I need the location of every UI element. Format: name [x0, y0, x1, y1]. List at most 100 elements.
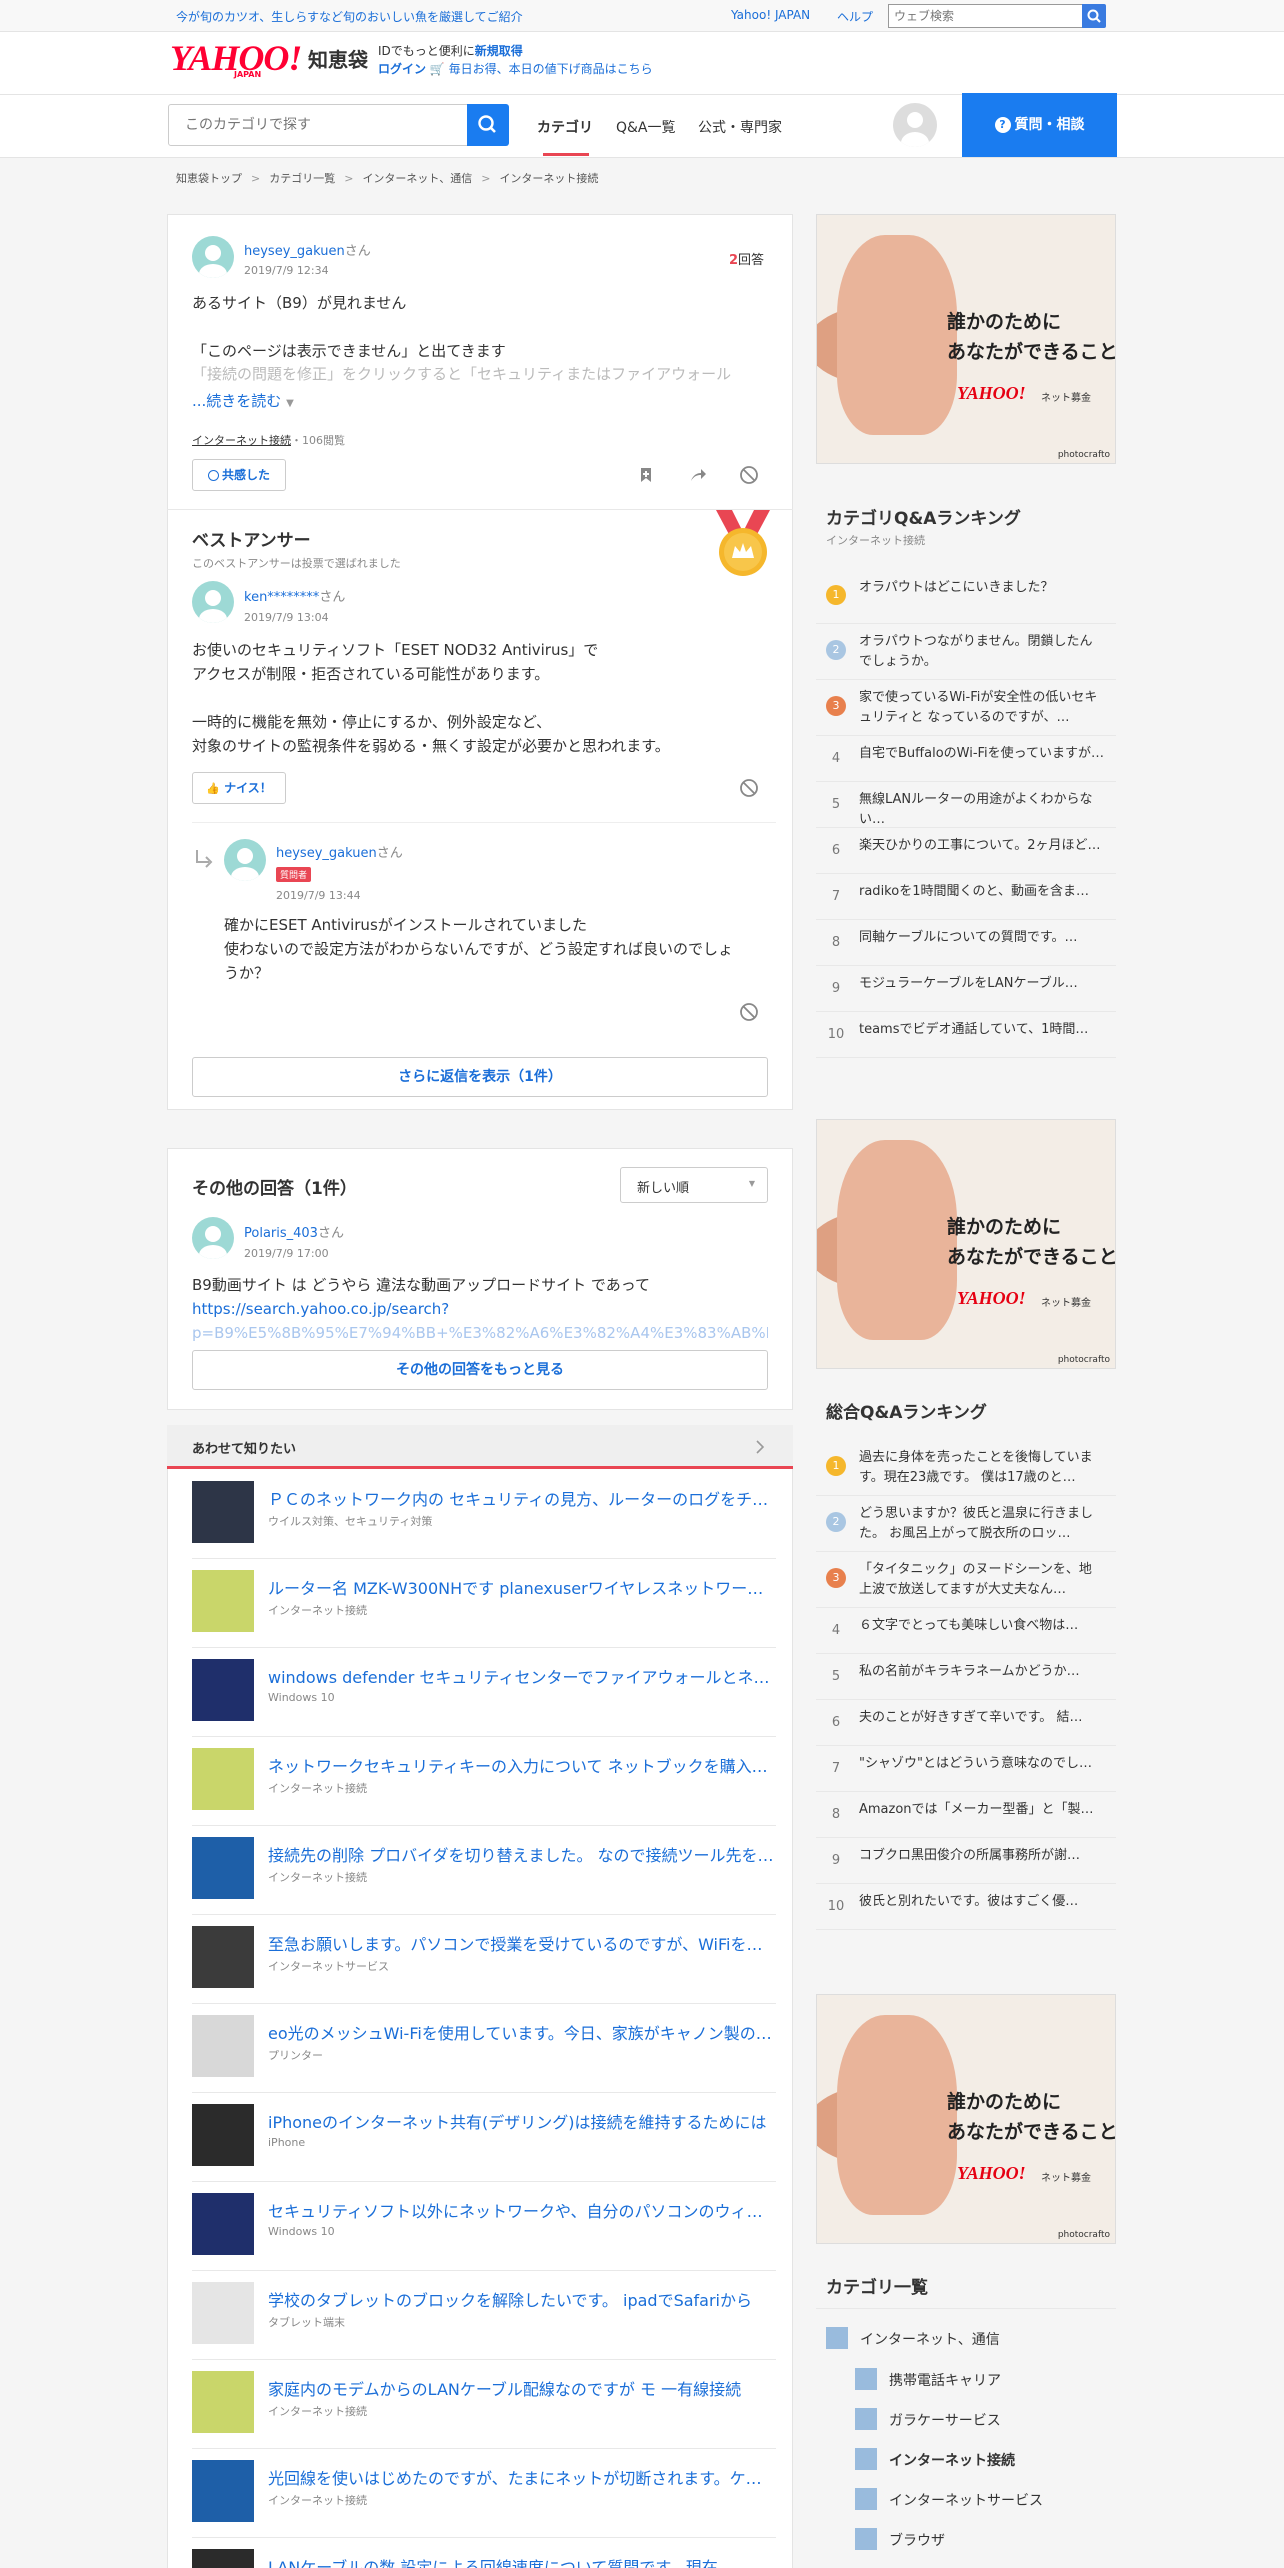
bookmark-icon[interactable]: [636, 465, 656, 485]
block-icon[interactable]: [739, 1002, 759, 1022]
ranking-item-text[interactable]: ６文字でとっても美味しい食べ物は…: [859, 1616, 1104, 1636]
other-answer-username[interactable]: Polaris_403さん: [244, 1222, 344, 1241]
tab-qa-list[interactable]: Q&A一覧: [616, 117, 676, 137]
related-item-title[interactable]: 家庭内のモデムからのLANケーブル配線なのですが モ 一有線接続: [268, 2376, 776, 2400]
related-item[interactable]: 至急お願いします。パソコンで授業を受けているのですが、WiFiを接続 インターネッ…: [192, 1915, 776, 2004]
ranking-item-text[interactable]: teamsでビデオ通話していて、1時間…: [859, 1020, 1104, 1040]
ad-banner-2[interactable]: 誰かのために あなたができること YAHOO! ネット募金 photocraft…: [816, 1119, 1116, 1369]
promo-link[interactable]: 今が旬のカツオ、生しらすなど旬のおいしい魚を厳選してご紹介: [176, 8, 523, 25]
related-header[interactable]: あわせて知りたい: [167, 1425, 793, 1469]
share-icon[interactable]: [688, 465, 708, 485]
ranking-item-text[interactable]: 家で使っているWi-Fiが安全性の低いセキュリティと なっているのですが、…: [859, 688, 1104, 728]
ranking-item[interactable]: 7 radikoを1時間聞くのと、動画を含ま…: [816, 874, 1116, 920]
ranking-item[interactable]: 1 オラパウトはどこにいきました？: [816, 570, 1116, 624]
web-search-button[interactable]: [1082, 4, 1106, 28]
ranking-item-text[interactable]: 自宅でBuffaloのWi-Fiを使っていますが…: [859, 744, 1104, 764]
signup-link[interactable]: 新規取得: [475, 44, 523, 58]
yahoo-japan-link[interactable]: Yahoo! JAPAN: [731, 8, 810, 22]
question-username[interactable]: heysey_gakuenさん: [244, 240, 371, 259]
answer-count[interactable]: 2回答: [729, 249, 764, 268]
ranking-item[interactable]: 5 私の名前がキラキラネームかどうか…: [816, 1654, 1116, 1700]
reply-username[interactable]: heysey_gakuenさん: [276, 842, 403, 861]
block-icon[interactable]: [739, 778, 759, 798]
ranking-item[interactable]: 2 オラパウトつながりません。閉鎖したんでしょうか。: [816, 624, 1116, 680]
ranking-item-text[interactable]: モジュラーケーブルをLANケーブル…: [859, 974, 1104, 994]
ranking-item[interactable]: 9 モジュラーケーブルをLANケーブル…: [816, 966, 1116, 1012]
related-item-title[interactable]: iPhoneのインターネット共有(デザリング)は接続を維持するためには: [268, 2109, 776, 2133]
ranking-item[interactable]: 1 過去に身体を売ったことを後悔しています。現在23歳です。 僕は17歳のと…: [816, 1440, 1116, 1496]
related-item-title[interactable]: 学校のタブレットのブロックを解除したいです。 ipadでSafariから: [268, 2287, 776, 2311]
related-item-title[interactable]: eo光のメッシュWi-Fiを使用しています。今日、家族がキャノン製のプリンター: [268, 2020, 776, 2044]
ranking-item[interactable]: 4 ６文字でとっても美味しい食べ物は…: [816, 1608, 1116, 1654]
ranking-item-text[interactable]: 「タイタニック」のヌードシーンを、地上波で放送してますが大丈夫なん…: [859, 1560, 1104, 1600]
related-item[interactable]: windows defender セキュリティセンターでファイアウォールとネット…: [192, 1648, 776, 1737]
login-link[interactable]: ログイン: [378, 62, 426, 76]
breadcrumb-internet[interactable]: インターネット、通信: [362, 172, 472, 185]
related-item-title[interactable]: ルーター名 MZK-W300NHです planexuserワイヤレスネットワーク…: [268, 1575, 776, 1599]
ranking-item-text[interactable]: 同軸ケーブルについての質問です。…: [859, 928, 1104, 948]
ranking-item-text[interactable]: radikoを1時間聞くのと、動画を含ま…: [859, 882, 1104, 902]
ranking-item[interactable]: 6 楽天ひかりの工事について。2ヶ月ほど…: [816, 828, 1116, 874]
show-more-replies-button[interactable]: さらに返信を表示（1件）: [192, 1057, 768, 1097]
ranking-item[interactable]: 4 自宅でBuffaloのWi-Fiを使っていますが…: [816, 736, 1116, 782]
nice-button[interactable]: 👍 ナイス！: [192, 772, 286, 804]
ranking-item-text[interactable]: コブクロ黒田俊介の所属事務所が謝…: [859, 1846, 1104, 1866]
related-item-title[interactable]: 接続先の削除 プロバイダを切り替えました。 なので接続ツール先を削除: [268, 1842, 776, 1866]
ranking-item-text[interactable]: どう思いますか？彼氏と温泉に行きました。 お風呂上がって脱衣所のロッ…: [859, 1504, 1104, 1544]
breadcrumb-category-list[interactable]: カテゴリ一覧: [269, 172, 335, 185]
category-list-item[interactable]: インターネット、通信: [860, 2329, 1000, 2349]
related-item-title[interactable]: 至急お願いします。パソコンで授業を受けているのですが、WiFiを接続: [268, 1931, 776, 1955]
question-category-link[interactable]: インターネット接続: [192, 434, 291, 447]
help-link[interactable]: ヘルプ: [837, 8, 873, 25]
ranking-item[interactable]: 3 「タイタニック」のヌードシーンを、地上波で放送してますが大丈夫なん…: [816, 1552, 1116, 1608]
ranking-item[interactable]: 9 コブクロ黒田俊介の所属事務所が謝…: [816, 1838, 1116, 1884]
ranking-item-text[interactable]: 無線LANルーターの用途がよくわからない…: [859, 790, 1104, 830]
related-item-title[interactable]: windows defender セキュリティセンターでファイアウォールとネット…: [268, 1664, 776, 1688]
related-item[interactable]: iPhoneのインターネット共有(デザリング)は接続を維持するためには iPhon…: [192, 2093, 776, 2182]
best-answer-username[interactable]: ken********さん: [244, 586, 345, 605]
related-item[interactable]: eo光のメッシュWi-Fiを使用しています。今日、家族がキャノン製のプリンタープ…: [192, 2004, 776, 2093]
read-more-link[interactable]: ...続きを読む ▼: [192, 390, 294, 411]
block-icon[interactable]: [739, 465, 759, 485]
ranking-item-text[interactable]: Amazonでは「メーカー型番」と「製…: [859, 1800, 1104, 1820]
ranking-item[interactable]: 8 同軸ケーブルについての質問です。…: [816, 920, 1116, 966]
related-item[interactable]: ルーター名 MZK-W300NHです planexuserワイヤレスネットワーク…: [192, 1559, 776, 1648]
related-item[interactable]: LANケーブルの数 設定による回線速度について質問です。現在: [192, 2538, 776, 2568]
ranking-item[interactable]: 7 "シャゾウ"とはどういう意味なのでし…: [816, 1746, 1116, 1792]
user-avatar[interactable]: [893, 103, 937, 147]
ranking-item-text[interactable]: 彼氏と別れたいです。彼はすごく優…: [859, 1892, 1104, 1912]
ranking-item-text[interactable]: 夫のことが好きすぎて辛いです。 結…: [859, 1708, 1104, 1728]
ranking-item[interactable]: 10 彼氏と別れたいです。彼はすごく優…: [816, 1884, 1116, 1930]
more-other-answers-button[interactable]: その他の回答をもっと見る: [192, 1350, 768, 1390]
tab-category[interactable]: カテゴリ: [537, 117, 593, 137]
ranking-item-text[interactable]: 楽天ひかりの工事について。2ヶ月ほど…: [859, 836, 1104, 856]
ranking-item-text[interactable]: "シャゾウ"とはどういう意味なのでし…: [859, 1754, 1104, 1774]
web-search-input[interactable]: [888, 4, 1084, 28]
ranking-item[interactable]: 5 無線LANルーターの用途がよくわからない…: [816, 782, 1116, 828]
ask-question-button[interactable]: ? 質問・相談: [962, 93, 1117, 157]
related-item[interactable]: セキュリティソフト以外にネットワークや、自分のパソコンのウィルス Windows …: [192, 2182, 776, 2271]
category-search-button[interactable]: [467, 104, 509, 146]
tab-official-experts[interactable]: 公式・専門家: [698, 117, 782, 137]
category-list-item[interactable]: ブラウザ: [889, 2530, 945, 2550]
other-answer-link[interactable]: https://search.yahoo.co.jp/search?: [192, 1297, 449, 1321]
empathy-button[interactable]: 共感した: [192, 459, 286, 491]
category-list-item[interactable]: 携帯電話キャリア: [889, 2370, 1001, 2390]
ranking-item[interactable]: 3 家で使っているWi-Fiが安全性の低いセキュリティと なっているのですが、…: [816, 680, 1116, 736]
related-item[interactable]: ＰＣのネットワーク内の セキュリティの見方、ルーターのログをチェックする方法ウイ…: [192, 1470, 776, 1559]
yahoo-chiebukuro-logo[interactable]: YAHOO! JAPAN 知恵袋: [170, 40, 368, 80]
ranking-item[interactable]: 8 Amazonでは「メーカー型番」と「製…: [816, 1792, 1116, 1838]
related-item[interactable]: 光回線を使いはじめたのですが、たまにネットが切断されます。ケーブル インターネット…: [192, 2449, 776, 2538]
related-item-title[interactable]: セキュリティソフト以外にネットワークや、自分のパソコンのウィルス: [268, 2198, 776, 2222]
category-search-input[interactable]: [168, 104, 468, 146]
ad-banner[interactable]: 誰かのために あなたができること YAHOO! ネット募金 photocraft…: [816, 214, 1116, 464]
ranking-item[interactable]: 6 夫のことが好きすぎて辛いです。 結…: [816, 1700, 1116, 1746]
ranking-item[interactable]: 2 どう思いますか？彼氏と温泉に行きました。 お風呂上がって脱衣所のロッ…: [816, 1496, 1116, 1552]
related-item[interactable]: 学校のタブレットのブロックを解除したいです。 ipadでSafariから タブレッ…: [192, 2271, 776, 2360]
other-answer-link-faded[interactable]: p=B9%E5%8B%95%E7%94%BB+%E3%82%A6%E3%82%A…: [192, 1321, 768, 1345]
shopping-promo-link[interactable]: 🛒 毎日お得、本日の値下げ商品はこちら: [430, 62, 653, 76]
ranking-item-text[interactable]: オラパウトはどこにいきました？: [859, 578, 1104, 598]
ranking-item-text[interactable]: 過去に身体を売ったことを後悔しています。現在23歳です。 僕は17歳のと…: [859, 1448, 1104, 1488]
ranking-item-text[interactable]: 私の名前がキラキラネームかどうか…: [859, 1662, 1104, 1682]
related-item[interactable]: 接続先の削除 プロバイダを切り替えました。 なので接続ツール先を削除 インターネッ…: [192, 1826, 776, 1915]
